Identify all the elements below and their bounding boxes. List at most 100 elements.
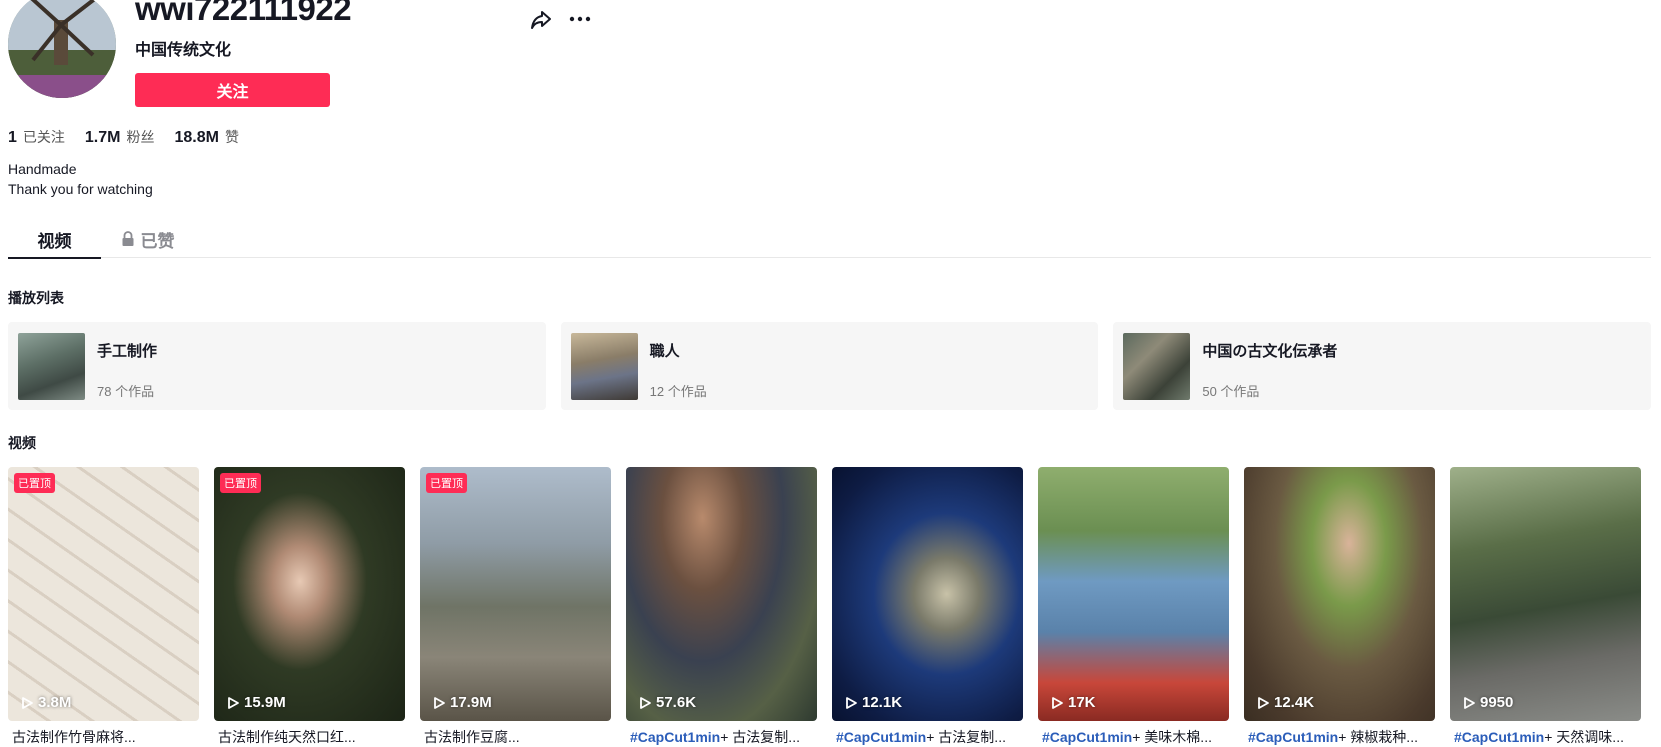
username: wwi722111922 — [135, 0, 352, 27]
video-caption-text: + 美味木棉... — [1132, 729, 1212, 745]
profile-stats: 1 已关注 1.7M 粉丝 18.8M 赞 — [8, 127, 239, 147]
video-thumbnail: 已置顶 15.9M — [214, 467, 405, 721]
play-count: 57.6K — [638, 694, 696, 711]
play-count-value: 15.9M — [244, 694, 286, 711]
video-hashtag[interactable]: #CapCut1min — [1248, 729, 1338, 745]
stat-followers[interactable]: 1.7M 粉丝 — [85, 127, 155, 147]
stat-label: 粉丝 — [126, 129, 155, 145]
playlist-title: 中国の古文化伝承者 — [1202, 343, 1338, 360]
lock-icon — [122, 231, 133, 246]
play-icon — [640, 696, 651, 709]
video-card[interactable]: 17K #CapCut1min+ 美味木棉... — [1038, 467, 1229, 747]
playlist-card[interactable]: 中国の古文化伝承者 50 个作品 — [1113, 322, 1652, 410]
playlist-count: 50 个作品 — [1202, 384, 1260, 399]
video-card[interactable]: 9950 #CapCut1min+ 天然调味... — [1450, 467, 1641, 747]
play-count: 9950 — [1462, 694, 1513, 711]
playlist-count: 12 个作品 — [649, 384, 707, 399]
more-icon[interactable] — [566, 7, 594, 31]
tab-videos[interactable]: 视频 — [8, 220, 101, 259]
play-icon — [22, 696, 33, 709]
play-count: 3.8M — [20, 694, 71, 711]
playlist-card[interactable]: 手工制作 78 个作品 — [8, 322, 546, 410]
video-card[interactable]: 已置顶 3.8M 古法制作竹骨麻将... — [8, 467, 199, 747]
play-count-value: 12.4K — [1274, 694, 1315, 711]
video-hashtag[interactable]: #CapCut1min — [1042, 729, 1132, 745]
play-count: 12.1K — [844, 694, 902, 711]
playlist-card[interactable]: 職人 12 个作品 — [560, 322, 1099, 410]
video-caption[interactable]: 古法制作竹骨麻将... — [8, 727, 199, 747]
play-icon — [1052, 696, 1063, 709]
pinned-badge: 已置顶 — [220, 473, 261, 493]
play-count-value: 57.6K — [656, 694, 697, 711]
video-caption[interactable]: #CapCut1min+ 古法复制... — [832, 727, 1023, 747]
playlist-count: 78 个作品 — [97, 384, 155, 399]
play-count: 17K — [1050, 694, 1096, 711]
stat-following[interactable]: 1 已关注 — [8, 127, 65, 147]
video-hashtag[interactable]: #CapCut1min — [836, 729, 926, 745]
play-icon — [228, 696, 239, 709]
play-icon — [434, 696, 445, 709]
video-hashtag[interactable]: #CapCut1min — [630, 729, 720, 745]
play-count-value: 9950 — [1480, 694, 1514, 711]
play-count: 17.9M — [432, 694, 492, 711]
tab-liked[interactable]: 已赞 — [101, 220, 194, 258]
video-caption[interactable]: #CapCut1min+ 古法复制... — [626, 727, 817, 747]
video-caption[interactable]: #CapCut1min+ 天然调味... — [1450, 727, 1641, 747]
play-count-value: 17K — [1068, 694, 1096, 711]
play-count-value: 17.9M — [450, 694, 492, 711]
stat-likes: 18.8M 赞 — [174, 127, 238, 147]
play-count-value: 3.8M — [38, 694, 72, 711]
play-count: 12.4K — [1256, 694, 1314, 711]
tab-label: 已赞 — [140, 231, 175, 251]
video-caption[interactable]: 古法制作纯天然口红... — [214, 727, 405, 747]
play-icon — [846, 696, 857, 709]
video-caption-text: 古法制作竹骨麻将... — [12, 729, 136, 745]
video-caption-text: + 辣椒栽种... — [1338, 729, 1418, 745]
play-icon — [1258, 696, 1269, 709]
videos-heading: 视频 — [8, 435, 36, 451]
pinned-badge: 已置顶 — [14, 473, 55, 493]
pinned-badge: 已置顶 — [426, 473, 467, 493]
video-thumbnail: 已置顶 17.9M — [420, 467, 611, 721]
video-caption-text: 古法制作豆腐... — [424, 729, 520, 745]
play-count-value: 12.1K — [862, 694, 903, 711]
video-card[interactable]: 12.1K #CapCut1min+ 古法复制... — [832, 467, 1023, 747]
nickname: 中国传统文化 — [135, 42, 232, 59]
stat-label: 赞 — [224, 129, 239, 145]
video-caption-text: + 古法复制... — [720, 729, 800, 745]
video-caption[interactable]: #CapCut1min+ 辣椒栽种... — [1244, 727, 1435, 747]
bio-line: Thank you for watching — [8, 181, 153, 197]
video-caption[interactable]: 古法制作豆腐... — [420, 727, 611, 747]
stat-number: 1 — [8, 129, 17, 146]
video-card[interactable]: 12.4K #CapCut1min+ 辣椒栽种... — [1244, 467, 1435, 747]
bio-line: Handmade — [8, 161, 77, 177]
video-thumbnail: 9950 — [1450, 467, 1641, 721]
video-caption-text: 古法制作纯天然口红... — [218, 729, 356, 745]
avatar-image — [8, 0, 116, 98]
video-caption[interactable]: #CapCut1min+ 美味木棉... — [1038, 727, 1229, 747]
playlist-list: 手工制作 78 个作品 職人 12 个作品 中国の古文化伝承者 50 个作品 — [8, 322, 1652, 410]
bio: Handmade Thank you for watching — [8, 159, 153, 199]
video-thumbnail: 57.6K — [626, 467, 817, 721]
video-grid: 已置顶 3.8M 古法制作竹骨麻将... 已置顶 15.9M 古法制作纯天然口红… — [8, 467, 1651, 747]
video-thumbnail: 17K — [1038, 467, 1229, 721]
share-icon[interactable] — [529, 7, 553, 31]
stat-number: 1.7M — [84, 129, 121, 146]
playlist-thumbnail — [570, 333, 638, 400]
video-caption-text: + 古法复制... — [926, 729, 1006, 745]
video-thumbnail: 12.1K — [832, 467, 1023, 721]
play-count: 15.9M — [226, 694, 286, 711]
video-card[interactable]: 57.6K #CapCut1min+ 古法复制... — [626, 467, 817, 747]
video-caption-text: + 天然调味... — [1544, 729, 1624, 745]
playlists-heading: 播放列表 — [8, 290, 64, 306]
video-thumbnail: 12.4K — [1244, 467, 1435, 721]
stat-number: 18.8M — [174, 129, 219, 146]
stat-label: 已关注 — [22, 129, 65, 145]
video-card[interactable]: 已置顶 17.9M 古法制作豆腐... — [420, 467, 611, 747]
video-thumbnail: 已置顶 3.8M — [8, 467, 199, 721]
video-card[interactable]: 已置顶 15.9M 古法制作纯天然口红... — [214, 467, 405, 747]
video-hashtag[interactable]: #CapCut1min — [1454, 729, 1544, 745]
avatar[interactable] — [8, 0, 116, 98]
follow-button[interactable]: 关注 — [135, 73, 330, 107]
playlist-title: 手工制作 — [97, 343, 158, 360]
